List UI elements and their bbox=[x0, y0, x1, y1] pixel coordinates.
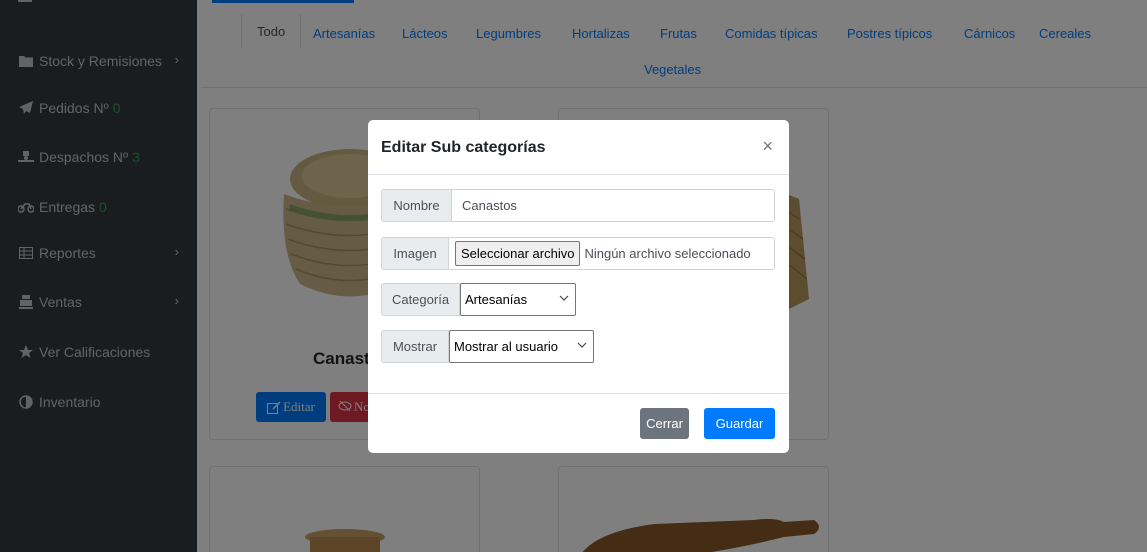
modal-header: Editar Sub categorías × bbox=[368, 120, 789, 175]
imagen-file-input[interactable]: Seleccionar archivo Ningún archivo selec… bbox=[449, 237, 775, 270]
nombre-input[interactable]: Canastos bbox=[452, 189, 775, 222]
nombre-group: Nombre Canastos bbox=[381, 189, 775, 222]
nombre-label: Nombre bbox=[381, 189, 452, 222]
imagen-group: Imagen Seleccionar archivo Ningún archiv… bbox=[381, 237, 775, 270]
categoria-select[interactable]: Artesanías bbox=[460, 283, 576, 316]
categoria-group: Categoría Artesanías bbox=[381, 283, 576, 316]
mostrar-label: Mostrar bbox=[381, 330, 449, 363]
categoria-label: Categoría bbox=[381, 283, 460, 316]
modal-title: Editar Sub categorías bbox=[381, 139, 546, 156]
save-button[interactable]: Guardar bbox=[704, 408, 775, 439]
chevron-down-icon bbox=[577, 340, 587, 351]
close-icon[interactable]: × bbox=[762, 136, 773, 157]
file-status: Ningún archivo seleccionado bbox=[584, 246, 751, 261]
imagen-label: Imagen bbox=[381, 237, 449, 270]
mostrar-selected: Mostrar al usuario bbox=[454, 339, 559, 354]
cancel-button[interactable]: Cerrar bbox=[640, 408, 689, 439]
choose-file-button[interactable]: Seleccionar archivo bbox=[455, 241, 581, 266]
edit-subcategory-modal: Editar Sub categorías × Nombre Canastos … bbox=[368, 120, 789, 453]
chevron-down-icon bbox=[559, 293, 569, 304]
categoria-selected: Artesanías bbox=[465, 292, 528, 307]
mostrar-group: Mostrar Mostrar al usuario bbox=[381, 330, 594, 363]
mostrar-select[interactable]: Mostrar al usuario bbox=[449, 330, 594, 363]
